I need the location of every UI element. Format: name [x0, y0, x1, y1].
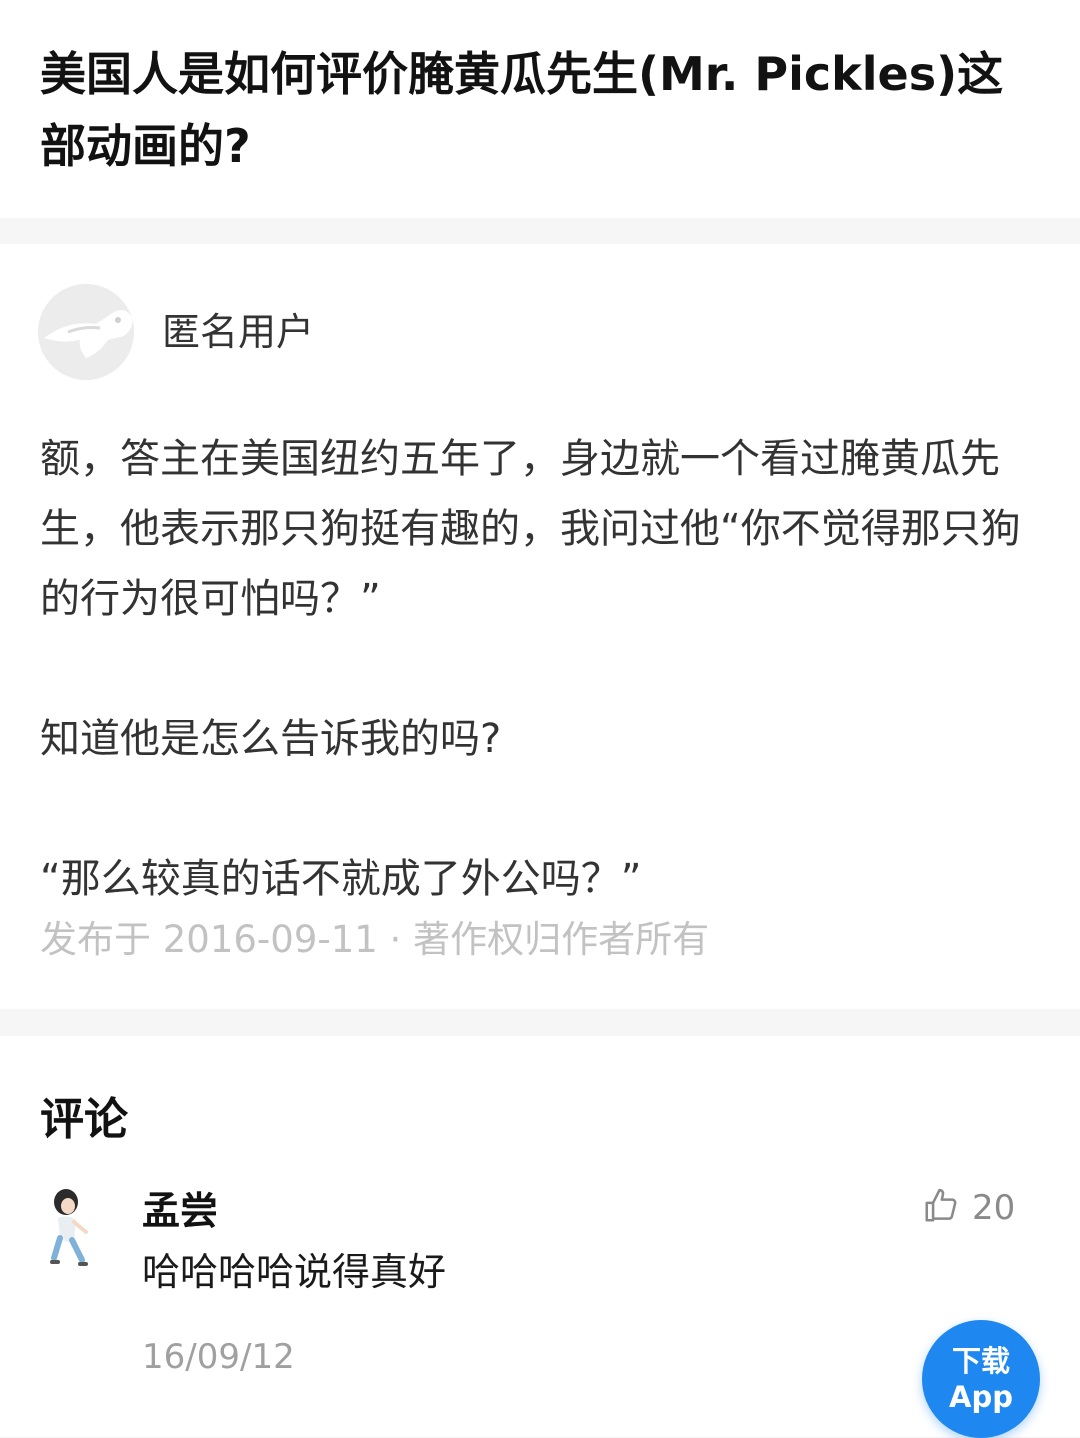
- answer-paragraph: “那么较真的话不就成了外公吗？”: [40, 856, 642, 902]
- comments-title: 评论: [40, 1094, 128, 1145]
- anonymous-avatar-icon[interactable]: [38, 284, 134, 380]
- comment-date: 16/09/12: [142, 1337, 295, 1377]
- question-card: 美国人是如何评价腌黄瓜先生(Mr. Pickles)这部动画的?: [0, 0, 1080, 218]
- comments-section: 评论 孟尝 哈哈哈哈说得真好 16/09/12 20: [0, 1036, 1080, 1437]
- download-app-label-line1: 下载: [951, 1344, 1010, 1378]
- answer-content: 额，答主在美国纽约五年了，身边就一个看过腌黄瓜先生，他表示那只狗挺有趣的，我问过…: [40, 424, 1050, 914]
- user-avatar-icon[interactable]: [46, 1188, 94, 1268]
- publish-meta: 发布于 2016-09-11 · 著作权归作者所有: [40, 918, 710, 961]
- comment-text: 哈哈哈哈说得真好: [142, 1250, 447, 1294]
- like-button[interactable]: 20: [922, 1184, 1015, 1232]
- download-app-button[interactable]: 下载 App: [922, 1320, 1040, 1438]
- thumbs-up-icon: [922, 1187, 960, 1229]
- download-app-label-line2: App: [949, 1380, 1013, 1414]
- answer-paragraph: 额，答主在美国纽约五年了，身边就一个看过腌黄瓜先生，他表示那只狗挺有趣的，我问过…: [40, 436, 1021, 622]
- comment-username[interactable]: 孟尝: [142, 1186, 218, 1236]
- answer-card: 匿名用户 额，答主在美国纽约五年了，身边就一个看过腌黄瓜先生，他表示那只狗挺有趣…: [0, 244, 1080, 1009]
- like-count: 20: [972, 1188, 1016, 1228]
- answer-paragraph: 知道他是怎么告诉我的吗?: [40, 716, 502, 762]
- question-title[interactable]: 美国人是如何评价腌黄瓜先生(Mr. Pickles)这部动画的?: [40, 38, 1040, 182]
- author-name[interactable]: 匿名用户: [162, 308, 314, 356]
